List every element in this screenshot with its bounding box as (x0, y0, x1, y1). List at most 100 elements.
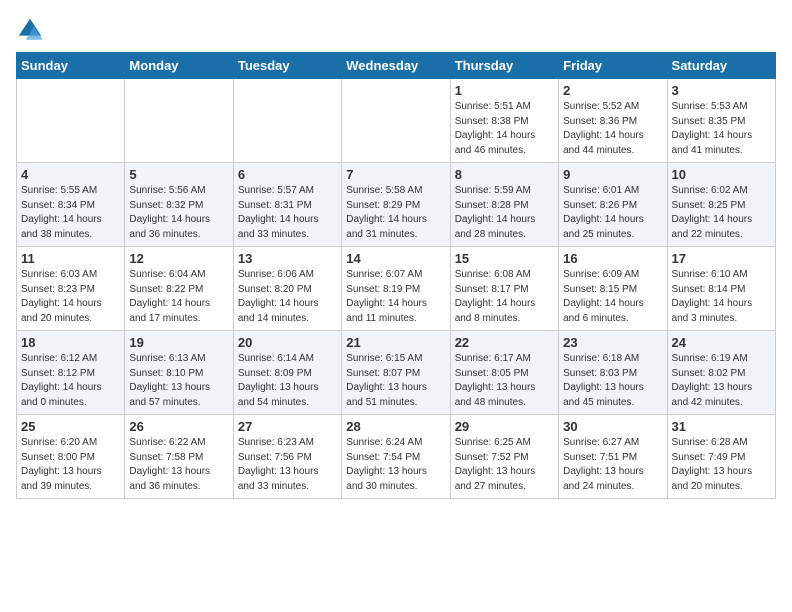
day-number: 31 (672, 419, 771, 434)
day-number: 17 (672, 251, 771, 266)
day-number: 1 (455, 83, 554, 98)
col-header-sunday: Sunday (17, 53, 125, 79)
day-number: 25 (21, 419, 120, 434)
calendar-cell: 22Sunrise: 6:17 AM Sunset: 8:05 PM Dayli… (450, 331, 558, 415)
calendar-header-row: SundayMondayTuesdayWednesdayThursdayFrid… (17, 53, 776, 79)
day-info: Sunrise: 6:02 AM Sunset: 8:25 PM Dayligh… (672, 184, 771, 242)
day-number: 27 (238, 419, 337, 434)
day-info: Sunrise: 5:58 AM Sunset: 8:29 PM Dayligh… (346, 184, 445, 242)
calendar-cell: 1 Sunrise: 5:51 AM Sunset: 8:38 PM Daylig… (450, 79, 558, 163)
week-row-2: 11 Sunrise: 6:03 AM Sunset: 8:23 PM Dayli… (17, 247, 776, 331)
day-info: Sunrise: 6:18 AM Sunset: 8:03 PM Dayligh… (563, 352, 662, 410)
day-info: Sunrise: 5:57 AM Sunset: 8:31 PM Dayligh… (238, 184, 337, 242)
day-number: 10 (672, 167, 771, 182)
day-number: 20 (238, 335, 337, 350)
calendar-cell: 9 Sunrise: 6:01 AM Sunset: 8:26 PM Daylig… (559, 163, 667, 247)
week-row-4: 25 Sunrise: 6:20 AM Sunset: 8:00 PM Dayli… (17, 415, 776, 499)
day-number: 13 (238, 251, 337, 266)
day-number: 24 (672, 335, 771, 350)
day-info: Sunrise: 5:59 AM Sunset: 8:28 PM Dayligh… (455, 184, 554, 242)
calendar-cell: 27 Sunrise: 6:23 AM Sunset: 7:56 PM Dayli… (233, 415, 341, 499)
day-info: Sunrise: 6:08 AM Sunset: 8:17 PM Dayligh… (455, 268, 554, 326)
col-header-thursday: Thursday (450, 53, 558, 79)
day-number: 16 (563, 251, 662, 266)
day-info: Sunrise: 6:07 AM Sunset: 8:19 PM Dayligh… (346, 268, 445, 326)
day-number: 2 (563, 83, 662, 98)
calendar-cell: 8 Sunrise: 5:59 AM Sunset: 8:28 PM Daylig… (450, 163, 558, 247)
col-header-monday: Monday (125, 53, 233, 79)
calendar-cell: 17 Sunrise: 6:10 AM Sunset: 8:14 PM Dayli… (667, 247, 775, 331)
day-number: 12 (129, 251, 228, 266)
day-number: 22 (455, 335, 554, 350)
calendar-cell: 21 Sunrise: 6:15 AM Sunset: 8:07 PM Dayli… (342, 331, 450, 415)
day-info: Sunrise: 6:23 AM Sunset: 7:56 PM Dayligh… (238, 436, 337, 494)
calendar-cell: 12Sunrise: 6:04 AM Sunset: 8:22 PM Dayli… (125, 247, 233, 331)
calendar-cell: 26 Sunrise: 6:22 AM Sunset: 7:58 PM Dayli… (125, 415, 233, 499)
calendar-cell (233, 79, 341, 163)
logo (16, 16, 48, 44)
day-number: 18 (21, 335, 120, 350)
day-info: Sunrise: 6:19 AM Sunset: 8:02 PM Dayligh… (672, 352, 771, 410)
day-number: 11 (21, 251, 120, 266)
day-info: Sunrise: 6:20 AM Sunset: 8:00 PM Dayligh… (21, 436, 120, 494)
day-info: Sunrise: 6:15 AM Sunset: 8:07 PM Dayligh… (346, 352, 445, 410)
day-info: Sunrise: 5:51 AM Sunset: 8:38 PM Dayligh… (455, 100, 554, 158)
calendar-cell: 5Sunrise: 5:56 AM Sunset: 8:32 PM Daylig… (125, 163, 233, 247)
col-header-wednesday: Wednesday (342, 53, 450, 79)
calendar-cell (125, 79, 233, 163)
day-info: Sunrise: 6:27 AM Sunset: 7:51 PM Dayligh… (563, 436, 662, 494)
day-info: Sunrise: 6:01 AM Sunset: 8:26 PM Dayligh… (563, 184, 662, 242)
day-number: 30 (563, 419, 662, 434)
day-info: Sunrise: 5:53 AM Sunset: 8:35 PM Dayligh… (672, 100, 771, 158)
day-number: 3 (672, 83, 771, 98)
calendar-cell: 31 Sunrise: 6:28 AM Sunset: 7:49 PM Dayli… (667, 415, 775, 499)
calendar-cell: 30 Sunrise: 6:27 AM Sunset: 7:51 PM Dayli… (559, 415, 667, 499)
day-info: Sunrise: 5:55 AM Sunset: 8:34 PM Dayligh… (21, 184, 120, 242)
calendar-cell: 4 Sunrise: 5:55 AM Sunset: 8:34 PM Daylig… (17, 163, 125, 247)
calendar-cell: 16Sunrise: 6:09 AM Sunset: 8:15 PM Dayli… (559, 247, 667, 331)
week-row-1: 4 Sunrise: 5:55 AM Sunset: 8:34 PM Daylig… (17, 163, 776, 247)
calendar-cell: 14Sunrise: 6:07 AM Sunset: 8:19 PM Dayli… (342, 247, 450, 331)
day-info: Sunrise: 6:28 AM Sunset: 7:49 PM Dayligh… (672, 436, 771, 494)
day-number: 9 (563, 167, 662, 182)
day-info: Sunrise: 6:12 AM Sunset: 8:12 PM Dayligh… (21, 352, 120, 410)
calendar-cell: 20 Sunrise: 6:14 AM Sunset: 8:09 PM Dayli… (233, 331, 341, 415)
calendar-cell: 24 Sunrise: 6:19 AM Sunset: 8:02 PM Dayli… (667, 331, 775, 415)
day-number: 19 (129, 335, 228, 350)
calendar-cell: 11 Sunrise: 6:03 AM Sunset: 8:23 PM Dayli… (17, 247, 125, 331)
col-header-saturday: Saturday (667, 53, 775, 79)
calendar-cell: 23Sunrise: 6:18 AM Sunset: 8:03 PM Dayli… (559, 331, 667, 415)
day-info: Sunrise: 6:10 AM Sunset: 8:14 PM Dayligh… (672, 268, 771, 326)
calendar-cell: 10 Sunrise: 6:02 AM Sunset: 8:25 PM Dayli… (667, 163, 775, 247)
day-info: Sunrise: 6:06 AM Sunset: 8:20 PM Dayligh… (238, 268, 337, 326)
col-header-friday: Friday (559, 53, 667, 79)
day-number: 28 (346, 419, 445, 434)
day-number: 21 (346, 335, 445, 350)
day-number: 5 (129, 167, 228, 182)
day-number: 6 (238, 167, 337, 182)
calendar-cell (342, 79, 450, 163)
calendar-table: SundayMondayTuesdayWednesdayThursdayFrid… (16, 52, 776, 499)
calendar-cell: 7 Sunrise: 5:58 AM Sunset: 8:29 PM Daylig… (342, 163, 450, 247)
page-header (16, 16, 776, 44)
day-info: Sunrise: 6:03 AM Sunset: 8:23 PM Dayligh… (21, 268, 120, 326)
day-number: 8 (455, 167, 554, 182)
day-info: Sunrise: 6:14 AM Sunset: 8:09 PM Dayligh… (238, 352, 337, 410)
calendar-cell: 29Sunrise: 6:25 AM Sunset: 7:52 PM Dayli… (450, 415, 558, 499)
calendar-cell: 6 Sunrise: 5:57 AM Sunset: 8:31 PM Daylig… (233, 163, 341, 247)
day-number: 15 (455, 251, 554, 266)
calendar-cell: 2 Sunrise: 5:52 AM Sunset: 8:36 PM Daylig… (559, 79, 667, 163)
day-info: Sunrise: 6:22 AM Sunset: 7:58 PM Dayligh… (129, 436, 228, 494)
day-info: Sunrise: 6:24 AM Sunset: 7:54 PM Dayligh… (346, 436, 445, 494)
week-row-3: 18 Sunrise: 6:12 AM Sunset: 8:12 PM Dayli… (17, 331, 776, 415)
calendar-cell (17, 79, 125, 163)
calendar-cell: 3 Sunrise: 5:53 AM Sunset: 8:35 PM Daylig… (667, 79, 775, 163)
day-info: Sunrise: 5:52 AM Sunset: 8:36 PM Dayligh… (563, 100, 662, 158)
calendar-cell: 13 Sunrise: 6:06 AM Sunset: 8:20 PM Dayli… (233, 247, 341, 331)
day-info: Sunrise: 6:13 AM Sunset: 8:10 PM Dayligh… (129, 352, 228, 410)
day-number: 26 (129, 419, 228, 434)
logo-icon (16, 16, 44, 44)
calendar-cell: 18 Sunrise: 6:12 AM Sunset: 8:12 PM Dayli… (17, 331, 125, 415)
day-number: 7 (346, 167, 445, 182)
day-number: 4 (21, 167, 120, 182)
